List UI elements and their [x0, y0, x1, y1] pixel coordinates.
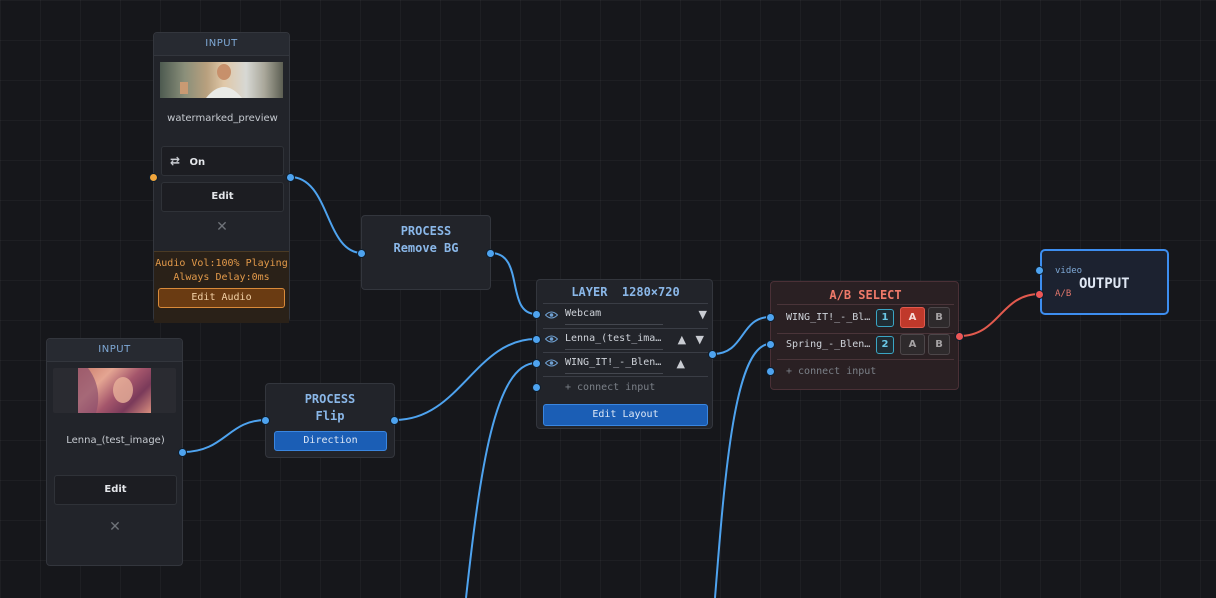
- input-node-lenna[interactable]: INPUT Lenna_(test_image) Edit ✕: [46, 338, 183, 566]
- eye-icon[interactable]: [545, 335, 558, 343]
- layer-row-arrows[interactable]: ▲ ▼: [665, 333, 707, 346]
- audio-panel: Audio Vol:100% Playing Always Delay:0ms …: [154, 251, 289, 323]
- layer-resolution: 1280×720: [621, 285, 680, 299]
- edit-button[interactable]: Edit: [54, 475, 177, 505]
- layer-title: LAYER 1280×720: [571, 285, 680, 299]
- ab-input-port-2[interactable]: [766, 340, 775, 349]
- close-icon[interactable]: ✕: [212, 219, 232, 235]
- layer-row-label-webcam[interactable]: Webcam: [565, 308, 601, 319]
- wire-input2-to-flip: [182, 419, 267, 453]
- process-remove-bg-node[interactable]: PROCESS Remove BG: [361, 215, 491, 290]
- edit-audio-button[interactable]: Edit Audio: [158, 288, 285, 308]
- output-ab-port[interactable]: [1035, 290, 1044, 299]
- eye-icon[interactable]: [545, 359, 558, 367]
- video-thumbnail: [160, 62, 283, 98]
- ab-option-a-active[interactable]: A: [900, 307, 925, 328]
- ab-row-label-1[interactable]: WING_IT!_-_Bl…: [786, 312, 870, 323]
- flip-output-port[interactable]: [390, 416, 399, 425]
- image-thumbnail-frame: [53, 368, 176, 413]
- ab-select-node[interactable]: A/B SELECT WING_IT!_-_Bl… 1 A B Spring_-…: [770, 281, 959, 390]
- input-node-1-output-port[interactable]: [286, 173, 295, 182]
- loop-icon: ⇄: [170, 154, 181, 168]
- input-node-header: INPUT: [154, 33, 289, 56]
- wire-offscreen-to-abselect: [714, 343, 771, 598]
- input-node-1-left-port[interactable]: [149, 173, 158, 182]
- close-icon[interactable]: ✕: [105, 519, 125, 535]
- layer-row-label-lenna[interactable]: Lenna_(test_ima…: [565, 333, 661, 344]
- portrait-silhouette: [78, 368, 133, 413]
- remove-bg-output-port[interactable]: [486, 249, 495, 258]
- process-flip-node[interactable]: PROCESS Flip Direction: [265, 383, 395, 458]
- output-video-port[interactable]: [1035, 266, 1044, 275]
- layer-input-port-3[interactable]: [532, 359, 541, 368]
- input-filename: Lenna_(test_image): [66, 435, 165, 446]
- input-filename: watermarked_preview: [167, 113, 278, 124]
- input-node-2-output-port[interactable]: [178, 448, 187, 457]
- wire-input1-to-removebg: [289, 176, 363, 254]
- ab-select-title: A/B SELECT: [829, 288, 902, 302]
- output-port-label-video: video: [1055, 266, 1083, 276]
- ab-input-port-1[interactable]: [766, 313, 775, 322]
- ab-option-b[interactable]: B: [928, 307, 950, 328]
- ab-row-number-badge: 1: [876, 309, 894, 327]
- ab-output-port[interactable]: [955, 332, 964, 341]
- process-title: PROCESS: [304, 392, 356, 406]
- wire-layer-to-abselect: [712, 316, 771, 355]
- ab-input-port-new[interactable]: [766, 367, 775, 376]
- output-title: OUTPUT: [1079, 276, 1130, 292]
- audio-status-line-1: Audio Vol:100% Playing: [155, 258, 288, 269]
- edit-layout-button[interactable]: Edit Layout: [543, 404, 708, 426]
- process-subtitle: Remove BG: [393, 241, 459, 255]
- layer-input-port-1[interactable]: [532, 310, 541, 319]
- edit-button[interactable]: Edit: [161, 182, 284, 212]
- direction-button[interactable]: Direction: [274, 431, 387, 451]
- eye-icon[interactable]: [545, 311, 558, 319]
- layer-row-label-wingit[interactable]: WING_IT!_-_Blen…: [565, 357, 661, 368]
- ab-option-b[interactable]: B: [928, 334, 950, 355]
- image-thumbnail: [78, 368, 151, 413]
- process-title: PROCESS: [400, 224, 452, 238]
- connect-input-label[interactable]: + connect input: [565, 382, 655, 393]
- audio-status-line-2: Always Delay:0ms: [173, 272, 270, 283]
- layer-input-port-2[interactable]: [532, 335, 541, 344]
- flip-input-port[interactable]: [261, 416, 270, 425]
- input-node-watermarked[interactable]: INPUT watermarked_preview ⇄ On Edit ✕ Au…: [153, 32, 290, 323]
- ab-option-a[interactable]: A: [900, 334, 925, 355]
- remove-bg-input-port[interactable]: [357, 249, 366, 258]
- loop-toggle-button[interactable]: ⇄ On: [161, 146, 284, 176]
- layer-node[interactable]: LAYER 1280×720 Webcam ▼ Lenna_(test_ima……: [536, 279, 713, 429]
- process-subtitle: Flip: [315, 409, 345, 423]
- wire-offscreen-to-layer: [465, 362, 537, 598]
- wire-removebg-to-layer: [490, 252, 537, 315]
- wire-abselect-to-output: [958, 293, 1041, 337]
- connect-input-label[interactable]: + connect input: [786, 366, 876, 377]
- input-node-header: INPUT: [47, 339, 182, 362]
- layer-row-arrows[interactable]: ▼: [687, 308, 707, 321]
- layer-input-port-new[interactable]: [532, 383, 541, 392]
- output-port-label-ab: A/B: [1055, 289, 1072, 299]
- loop-toggle-label: On: [189, 157, 206, 168]
- person-silhouette: [180, 64, 242, 98]
- layer-output-port[interactable]: [708, 350, 717, 359]
- ab-row-number-badge: 2: [876, 336, 894, 354]
- wire-flip-to-layer: [394, 338, 537, 421]
- layer-row-arrows[interactable]: ▲: [665, 357, 685, 370]
- ab-row-label-2[interactable]: Spring_-_Blen…: [786, 339, 870, 350]
- output-node[interactable]: video A/B OUTPUT: [1040, 249, 1169, 315]
